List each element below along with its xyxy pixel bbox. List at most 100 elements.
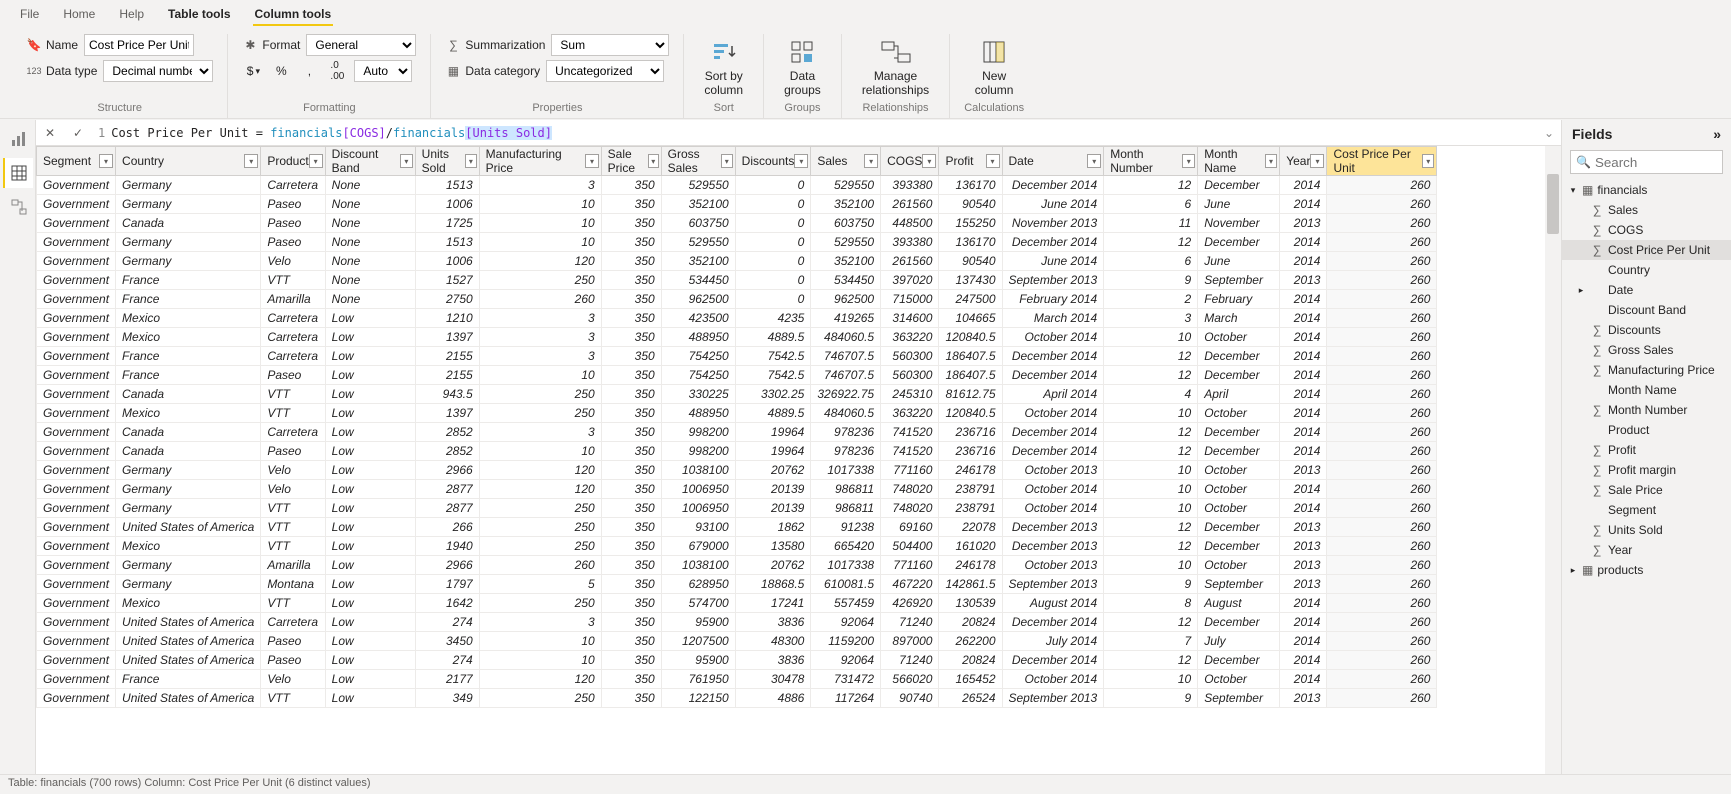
cell[interactable]: United States of America: [116, 518, 261, 537]
cell[interactable]: Paseo: [261, 233, 325, 252]
fields-field[interactable]: ∑Sales: [1562, 200, 1731, 220]
cell[interactable]: 260: [1327, 347, 1437, 366]
cell[interactable]: Government: [37, 442, 116, 461]
column-header[interactable]: Discount Band▾: [325, 147, 415, 176]
data-groups-button[interactable]: Data groups: [778, 34, 827, 100]
cell[interactable]: 186407.5: [939, 347, 1002, 366]
cell[interactable]: 95900: [661, 651, 735, 670]
cell[interactable]: 534450: [661, 271, 735, 290]
cell[interactable]: 12: [1104, 366, 1198, 385]
cell[interactable]: Low: [325, 366, 415, 385]
cell[interactable]: 467220: [881, 575, 939, 594]
cell[interactable]: 3836: [735, 613, 811, 632]
cell[interactable]: Government: [37, 499, 116, 518]
cell[interactable]: 426920: [881, 594, 939, 613]
cell[interactable]: September: [1198, 689, 1280, 708]
cell[interactable]: 350: [601, 461, 661, 480]
cell[interactable]: 748020: [881, 499, 939, 518]
cell[interactable]: Government: [37, 176, 116, 195]
cell[interactable]: 3302.25: [735, 385, 811, 404]
cell[interactable]: Low: [325, 480, 415, 499]
column-header[interactable]: Country▾: [116, 147, 261, 176]
fields-field[interactable]: Month Name: [1562, 380, 1731, 400]
table-row[interactable]: GovernmentGermanyPaseoNone10061035035210…: [37, 195, 1437, 214]
cell[interactable]: September 2013: [1002, 689, 1104, 708]
column-filter-button[interactable]: ▾: [864, 154, 878, 168]
cell[interactable]: None: [325, 290, 415, 309]
cell[interactable]: 30478: [735, 670, 811, 689]
cell[interactable]: 741520: [881, 423, 939, 442]
cell[interactable]: 3: [479, 176, 601, 195]
cell[interactable]: Government: [37, 651, 116, 670]
cell[interactable]: Government: [37, 632, 116, 651]
fields-field[interactable]: ∑Discounts: [1562, 320, 1731, 340]
cell[interactable]: 350: [601, 176, 661, 195]
cell[interactable]: 90540: [939, 195, 1002, 214]
cell[interactable]: 488950: [661, 328, 735, 347]
cell[interactable]: 274: [415, 651, 479, 670]
cell[interactable]: 731472: [811, 670, 881, 689]
table-row[interactable]: GovernmentGermanyVeloLow2877120350100695…: [37, 480, 1437, 499]
cell[interactable]: 484060.5: [811, 404, 881, 423]
cell[interactable]: 238791: [939, 499, 1002, 518]
cell[interactable]: 748020: [881, 480, 939, 499]
cell[interactable]: 771160: [881, 556, 939, 575]
cell[interactable]: 3: [479, 347, 601, 366]
cell[interactable]: 260: [1327, 689, 1437, 708]
cell[interactable]: 250: [479, 689, 601, 708]
cell[interactable]: December: [1198, 233, 1280, 252]
cell[interactable]: December 2014: [1002, 651, 1104, 670]
cell[interactable]: Government: [37, 423, 116, 442]
tab-column-tools[interactable]: Column tools: [243, 3, 344, 25]
cell[interactable]: 11: [1104, 214, 1198, 233]
cell[interactable]: 1006950: [661, 499, 735, 518]
cell[interactable]: Germany: [116, 556, 261, 575]
cell[interactable]: 12: [1104, 176, 1198, 195]
cell[interactable]: 0: [735, 271, 811, 290]
formula-expand-button[interactable]: ⌄: [1537, 126, 1561, 140]
cell[interactable]: Low: [325, 670, 415, 689]
cell[interactable]: None: [325, 214, 415, 233]
cell[interactable]: 746707.5: [811, 347, 881, 366]
table-row[interactable]: GovernmentCanadaCarreteraLow285233509982…: [37, 423, 1437, 442]
cell[interactable]: 91238: [811, 518, 881, 537]
cell[interactable]: 1725: [415, 214, 479, 233]
cell[interactable]: 260: [1327, 556, 1437, 575]
cell[interactable]: August 2014: [1002, 594, 1104, 613]
cell[interactable]: 574700: [661, 594, 735, 613]
cell[interactable]: 350: [601, 556, 661, 575]
cell[interactable]: 117264: [811, 689, 881, 708]
cell[interactable]: 2013: [1280, 575, 1327, 594]
cell[interactable]: 326922.75: [811, 385, 881, 404]
cell[interactable]: 71240: [881, 613, 939, 632]
cell[interactable]: 250: [479, 499, 601, 518]
column-filter-button[interactable]: ▾: [1310, 154, 1324, 168]
cell[interactable]: 1017338: [811, 556, 881, 575]
cell[interactable]: 0: [735, 176, 811, 195]
cell[interactable]: 260: [1327, 290, 1437, 309]
cell[interactable]: 250: [479, 404, 601, 423]
cell[interactable]: 2014: [1280, 404, 1327, 423]
cell[interactable]: 155250: [939, 214, 1002, 233]
cell[interactable]: Germany: [116, 575, 261, 594]
cell[interactable]: Germany: [116, 195, 261, 214]
cell[interactable]: 9: [1104, 271, 1198, 290]
cell[interactable]: October: [1198, 461, 1280, 480]
cell[interactable]: Carretera: [261, 423, 325, 442]
cell[interactable]: 4886: [735, 689, 811, 708]
cell[interactable]: 12: [1104, 537, 1198, 556]
cell[interactable]: 352100: [661, 252, 735, 271]
cell[interactable]: 350: [601, 347, 661, 366]
cell[interactable]: December 2014: [1002, 233, 1104, 252]
cell[interactable]: 7542.5: [735, 347, 811, 366]
table-row[interactable]: GovernmentUnited States of AmericaPaseoL…: [37, 632, 1437, 651]
cell[interactable]: 260: [1327, 176, 1437, 195]
cell[interactable]: 19964: [735, 442, 811, 461]
table-row[interactable]: GovernmentUnited States of AmericaVTTLow…: [37, 689, 1437, 708]
column-header[interactable]: Units Sold▾: [415, 147, 479, 176]
table-row[interactable]: GovernmentGermanyAmarillaLow296626035010…: [37, 556, 1437, 575]
cell[interactable]: 1006: [415, 252, 479, 271]
cell[interactable]: Germany: [116, 176, 261, 195]
column-header[interactable]: Profit▾: [939, 147, 1002, 176]
cell[interactable]: 350: [601, 670, 661, 689]
